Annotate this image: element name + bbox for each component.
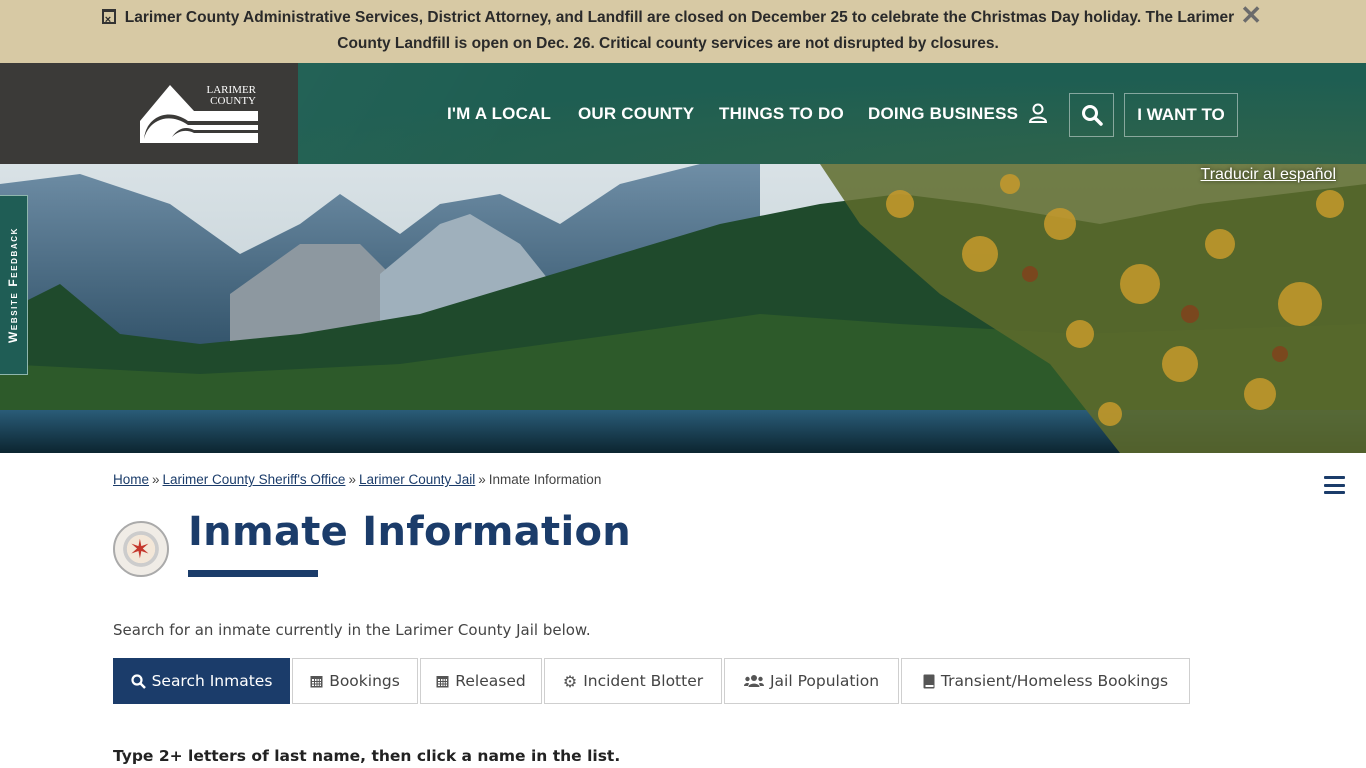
tab-jail-population[interactable]: Jail Population [724,658,899,704]
breadcrumb-separator: » [348,472,356,487]
page-title: Inmate Information [188,509,632,555]
breadcrumb-separator: » [152,472,160,487]
search-icon [1081,105,1103,126]
tab-label: Incident Blotter [583,672,704,690]
intro-text: Search for an inmate currently in the La… [113,621,591,639]
alert-message: Larimer County Administrative Services, … [124,9,1235,52]
i-want-to-button[interactable]: I WANT TO [1124,93,1238,137]
calendar-icon [310,676,323,688]
calendar-icon [436,676,449,688]
calendar-icon [101,7,116,33]
nav-things-to-do[interactable]: THINGS TO DO [719,104,844,124]
alert-banner: Larimer County Administrative Services, … [0,0,1366,63]
close-alert-button[interactable]: ✕ [1240,2,1262,28]
breadcrumb-sheriffs-office[interactable]: Larimer County Sheriff's Office [163,472,346,487]
hero-image: Traducir al español [0,164,1366,453]
search-icon [130,673,146,689]
tab-released[interactable]: Released [420,658,542,704]
tab-incident-blotter[interactable]: ⚙ Incident Blotter [544,658,722,704]
tab-label: Released [455,672,526,690]
site-logo[interactable]: LARIMER COUNTY [0,63,298,164]
tab-label: Jail Population [769,672,880,690]
tab-label: Transient/Homeless Bookings [940,672,1169,690]
breadcrumb-county-jail[interactable]: Larimer County Jail [359,472,475,487]
translate-link[interactable]: Traducir al español [1201,165,1336,185]
breadcrumb-current: Inmate Information [488,472,602,487]
tab-bookings[interactable]: Bookings [292,658,418,704]
tab-transient-homeless-bookings[interactable]: Transient/Homeless Bookings [901,658,1190,704]
tab-label: Search Inmates [151,672,273,690]
tab-label: Bookings [329,672,400,690]
larimer-county-logo-icon: LARIMER COUNTY [140,84,258,143]
gear-icon: ⚙ [562,671,578,691]
nav-doing-business[interactable]: DOING BUSINESS [868,104,1018,124]
menu-icon[interactable] [1324,476,1345,494]
book-icon [923,674,935,688]
tab-search-inmates[interactable]: Search Inmates [113,658,290,704]
feedback-label: Website Feedback [6,226,21,344]
breadcrumb-home[interactable]: Home [113,472,149,487]
title-underline [188,570,318,577]
sheriff-badge-icon: ✶ [113,521,169,577]
website-feedback-tab[interactable]: Website Feedback [0,195,28,375]
header-search-button[interactable] [1069,93,1114,137]
breadcrumb: Home» Larimer County Sheriff's Office» Lar… [113,472,601,487]
mountain-lake-image [0,164,1366,453]
site-header: LARIMER COUNTY I'M A LOCAL OUR COUNTY TH… [0,63,1366,164]
breadcrumb-separator: » [478,472,486,487]
users-icon [743,675,764,687]
logo-line2: COUNTY [210,95,256,107]
search-instruction: Type 2+ letters of last name, then click… [113,747,621,765]
user-icon[interactable] [1029,103,1047,123]
nav-im-a-local[interactable]: I'M A LOCAL [447,104,551,124]
nav-our-county[interactable]: OUR COUNTY [578,104,694,124]
